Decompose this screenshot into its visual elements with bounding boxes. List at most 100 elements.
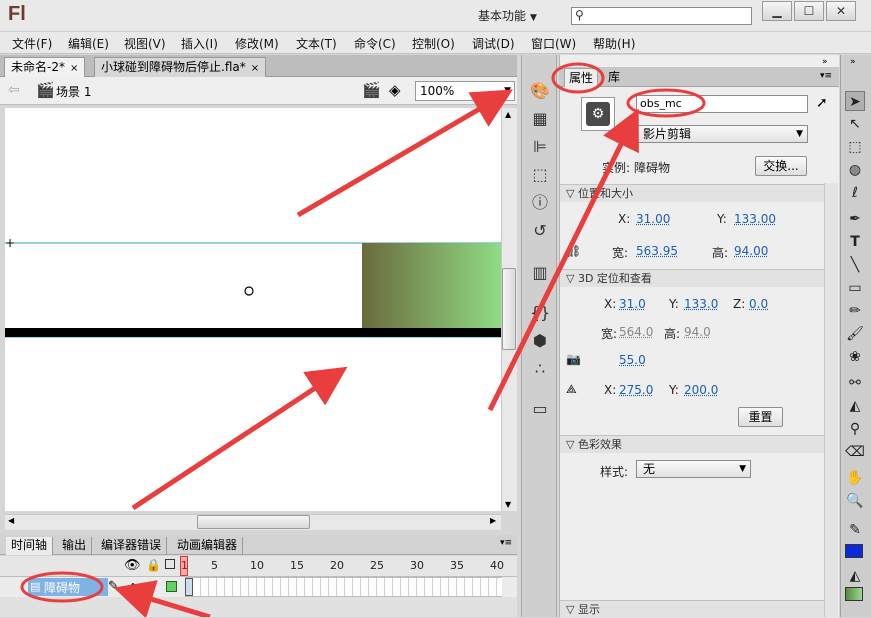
menu-control[interactable]: 控制(O)	[412, 35, 455, 52]
motion-presets-icon[interactable]: ∴	[529, 358, 551, 380]
project-icon[interactable]: ▭	[529, 398, 551, 420]
3d-rotation-tool-icon[interactable]: ◍	[845, 160, 865, 180]
menu-file[interactable]: 文件(F)	[12, 35, 52, 52]
color-panel-icon[interactable]: 🎨	[529, 80, 551, 102]
brush-tool-icon[interactable]: 🖌	[845, 324, 865, 344]
timeline-frames[interactable]	[185, 577, 502, 597]
eraser-tool-icon[interactable]: ⌫	[845, 442, 865, 462]
zoom-select[interactable]: 100% ▼	[415, 81, 515, 101]
z3d-value[interactable]: 0.0	[749, 297, 768, 311]
tab-output[interactable]: 输出	[57, 537, 93, 555]
panel-menu-icon[interactable]: ▾≡	[500, 538, 512, 548]
components-icon[interactable]: ⬢	[529, 330, 551, 352]
rectangle-tool-icon[interactable]: ▭	[845, 278, 865, 298]
edit-instance-icon[interactable]: ➚	[816, 95, 828, 111]
symbol-type-select[interactable]: 影片剪辑 ▼	[636, 125, 808, 143]
style-select[interactable]: 无 ▼	[636, 460, 751, 478]
scene-label[interactable]: 场景 1	[56, 83, 91, 100]
selection-tool-icon[interactable]: ➤	[845, 91, 865, 111]
stroke-color-icon[interactable]: ✎	[845, 520, 865, 540]
panel-menu-icon[interactable]: ▾≡	[820, 71, 832, 81]
pencil-tool-icon[interactable]: ✏	[845, 301, 865, 321]
subselection-tool-icon[interactable]: ↖	[845, 114, 865, 134]
x3d-value[interactable]: 31.0	[619, 297, 646, 311]
tab-properties[interactable]: 属性	[564, 68, 599, 87]
menu-commands[interactable]: 命令(C)	[354, 35, 396, 52]
align-icon[interactable]: ⊫	[529, 136, 551, 158]
swatches-icon[interactable]: ▦	[529, 108, 551, 130]
edit-symbol-icon[interactable]: ◈	[389, 81, 401, 99]
menu-debug[interactable]: 调试(D)	[472, 35, 515, 52]
text-tool-icon[interactable]: T	[845, 232, 865, 252]
eye-icon[interactable]: 👁	[124, 558, 141, 573]
help-search-input[interactable]: ⚲	[571, 7, 752, 25]
menu-insert[interactable]: 插入(I)	[181, 35, 218, 52]
tab-compiler-errors[interactable]: 编译器错误	[96, 537, 168, 555]
x-value[interactable]: 31.00	[636, 212, 670, 226]
edit-scene-icon[interactable]: 🎬	[362, 81, 381, 99]
display-section[interactable]: ▽ 显示	[560, 600, 838, 618]
tab-timeline[interactable]: 时间轴	[6, 537, 54, 555]
stage-canvas[interactable]: +	[5, 108, 501, 511]
minimize-button[interactable]: ▁	[762, 1, 792, 21]
fill-color-icon[interactable]: ◭	[845, 566, 865, 586]
properties-scrollbar[interactable]	[824, 183, 838, 617]
bone-tool-icon[interactable]: ⚯	[845, 373, 865, 393]
lock-dot[interactable]: •	[149, 580, 155, 591]
history-icon[interactable]: ↺	[529, 220, 551, 242]
width-value[interactable]: 563.95	[636, 244, 678, 258]
pen-tool-icon[interactable]: ✒	[845, 209, 865, 229]
menu-modify[interactable]: 修改(M)	[235, 35, 279, 52]
menu-window[interactable]: 窗口(W)	[531, 35, 576, 52]
scroll-left-icon[interactable]: ◀	[8, 516, 14, 525]
zoom-tool-icon[interactable]: 🔍	[845, 491, 865, 511]
fill-color-swatch[interactable]	[845, 587, 863, 601]
height-value[interactable]: 94.00	[734, 244, 768, 258]
info-icon[interactable]: ⓘ	[529, 192, 551, 214]
hand-tool-icon[interactable]: ✋	[845, 468, 865, 488]
scroll-up-icon[interactable]: ▲	[505, 110, 511, 119]
swap-button[interactable]: 交换...	[755, 156, 807, 176]
library-icon[interactable]: ▥	[529, 262, 551, 284]
code-snippets-icon[interactable]: {}	[529, 302, 551, 324]
outline-icon[interactable]	[165, 559, 175, 569]
menu-view[interactable]: 视图(V)	[124, 35, 166, 52]
3d-position-section[interactable]: ▽ 3D 定位和查看	[560, 269, 838, 287]
keyframe[interactable]	[185, 578, 193, 596]
instance-name-input[interactable]: obs_mc	[636, 95, 808, 113]
vanish-y-value[interactable]: 200.0	[684, 383, 718, 397]
y-value[interactable]: 133.00	[734, 212, 776, 226]
free-transform-tool-icon[interactable]: ⬚	[845, 137, 865, 157]
close-button[interactable]: ✕	[826, 1, 856, 21]
paint-bucket-tool-icon[interactable]: ◭	[845, 396, 865, 416]
menu-text[interactable]: 文本(T)	[296, 35, 337, 52]
vertical-scroll-thumb[interactable]	[502, 268, 516, 350]
collapse-panel-icon[interactable]: »	[822, 57, 828, 67]
doc-tab-untitled[interactable]: 未命名-2* ×	[4, 57, 86, 77]
back-arrow-icon[interactable]: ⇦	[8, 82, 20, 98]
menu-help[interactable]: 帮助(H)	[593, 35, 635, 52]
close-icon[interactable]: ×	[251, 63, 259, 74]
close-icon[interactable]: ×	[70, 63, 78, 74]
transform-icon[interactable]: ⬚	[529, 164, 551, 186]
layer-outline-color[interactable]	[166, 581, 177, 592]
scroll-down-icon[interactable]: ▼	[505, 500, 511, 509]
maximize-button[interactable]: ☐	[794, 1, 824, 21]
layer-name[interactable]: 障碍物	[44, 579, 80, 596]
scroll-right-icon[interactable]: ▶	[490, 516, 496, 525]
doc-tab-ball-obstacle[interactable]: 小球碰到障碍物后停止.fla* ×	[94, 57, 267, 77]
vanish-x-value[interactable]: 275.0	[619, 383, 653, 397]
tab-library[interactable]: 库	[604, 68, 624, 87]
lock-icon[interactable]: 🔒	[146, 558, 161, 572]
lasso-tool-icon[interactable]: ℓ	[845, 183, 865, 203]
link-icon[interactable]: ⛓	[566, 244, 581, 258]
position-size-section[interactable]: ▽ 位置和大小	[560, 184, 838, 202]
horizontal-scroll-thumb[interactable]	[197, 515, 310, 529]
color-effect-section[interactable]: ▽ 色彩效果	[560, 435, 838, 453]
visibility-dot[interactable]: •	[130, 580, 136, 591]
workspace-switcher[interactable]: 基本功能 ▼	[478, 6, 554, 26]
menu-edit[interactable]: 编辑(E)	[68, 35, 109, 52]
collapse-panel-icon[interactable]: »	[850, 57, 856, 67]
eyedropper-tool-icon[interactable]: ⚲	[845, 419, 865, 439]
perspective-angle-value[interactable]: 55.0	[619, 353, 646, 367]
